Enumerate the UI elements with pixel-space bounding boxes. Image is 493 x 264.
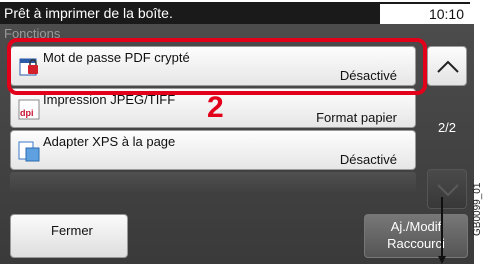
- step-number: 2: [207, 91, 224, 124]
- chevron-down-icon: [437, 184, 459, 197]
- empty-item-slot: [10, 172, 416, 194]
- scroll-down-button[interactable]: [427, 169, 467, 209]
- status-time: 10:10: [380, 4, 470, 24]
- add-edit-shortcut-button[interactable]: Aj./Modif Raccourci: [364, 214, 468, 258]
- shortcut-label-line2: Raccourci: [387, 236, 445, 251]
- close-button-label: Fermer: [51, 223, 93, 238]
- item-value: Désactivé: [339, 152, 397, 167]
- status-message: Prêt à imprimer de la boîte.: [4, 5, 173, 21]
- xps-icon: [17, 139, 41, 163]
- pointer-line: [441, 197, 443, 259]
- figure-code: GB0099_01: [472, 182, 483, 236]
- item-fit-xps[interactable]: Adapter XPS à la page Désactivé: [10, 130, 416, 170]
- dpi-icon: dpi: [17, 97, 41, 121]
- close-button[interactable]: Fermer: [10, 214, 128, 258]
- item-label: Adapter XPS à la page: [43, 134, 176, 149]
- pointer-arrow-icon: [438, 256, 446, 264]
- chevron-up-icon: [437, 60, 459, 73]
- page-indicator: 2/2: [437, 120, 457, 135]
- item-value: Format papier: [316, 110, 397, 125]
- status-bar: Prêt à imprimer de la boîte. 10:10: [0, 2, 470, 24]
- device-screen: Prêt à imprimer de la boîte. 10:10 Fonct…: [0, 0, 474, 264]
- shortcut-label-line1: Aj./Modif: [390, 219, 442, 234]
- highlight-frame: [7, 38, 427, 95]
- scroll-up-button[interactable]: [427, 46, 467, 86]
- svg-text:dpi: dpi: [20, 108, 34, 118]
